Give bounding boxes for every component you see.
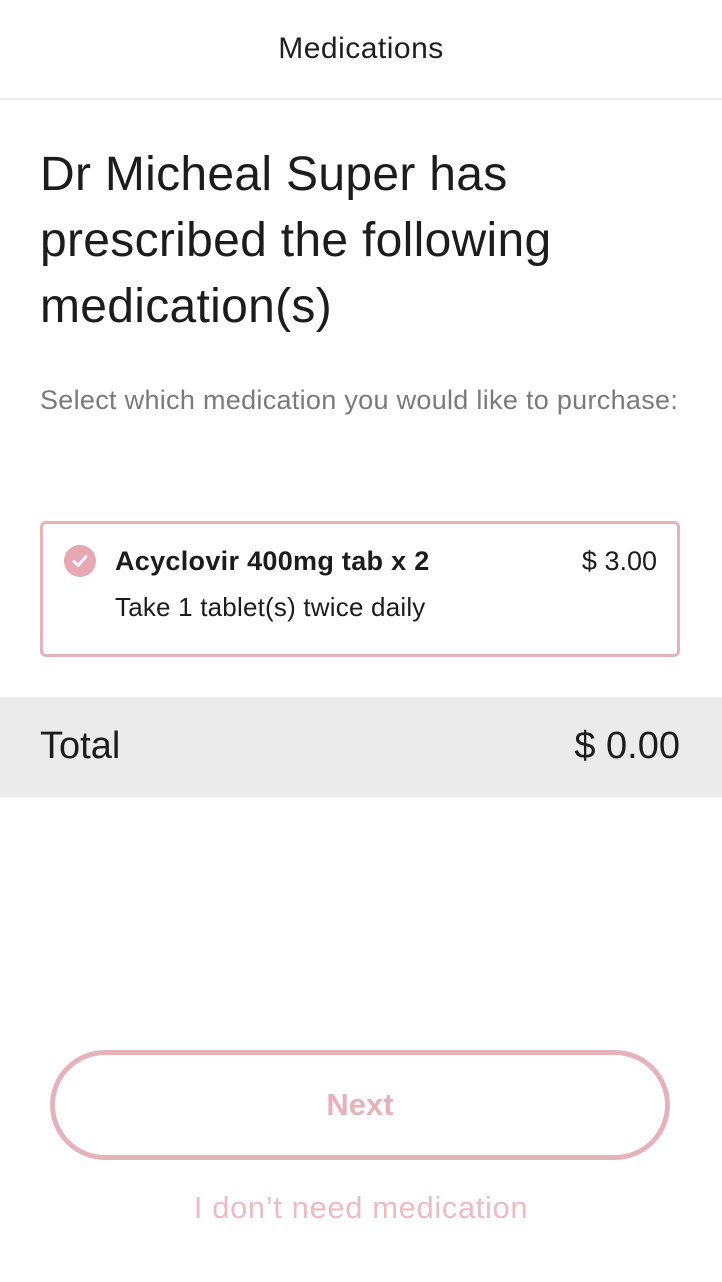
medication-option[interactable]: Acyclovir 400mg tab x 2 $ 3.00 Take 1 ta…: [40, 521, 680, 657]
prescription-headline: Dr Micheal Super has prescribed the foll…: [40, 148, 552, 333]
medication-name: Acyclovir 400mg tab x 2: [115, 546, 430, 576]
total-value: $ 0.00: [574, 725, 680, 767]
top-bar: Medications: [0, 0, 722, 100]
check-circle-icon: [64, 545, 96, 577]
total-label: Total: [40, 725, 121, 767]
page-title: Medications: [278, 32, 444, 65]
total-bar: Total $ 0.00: [0, 697, 722, 797]
no-medication-link[interactable]: I don’t need medication: [0, 1190, 722, 1226]
medication-price: $ 3.00: [581, 546, 657, 576]
next-button[interactable]: Next: [50, 1050, 670, 1160]
selection-instruction: Select which medication you would like t…: [40, 385, 679, 415]
medication-instructions: Take 1 tablet(s) twice daily: [115, 592, 426, 622]
